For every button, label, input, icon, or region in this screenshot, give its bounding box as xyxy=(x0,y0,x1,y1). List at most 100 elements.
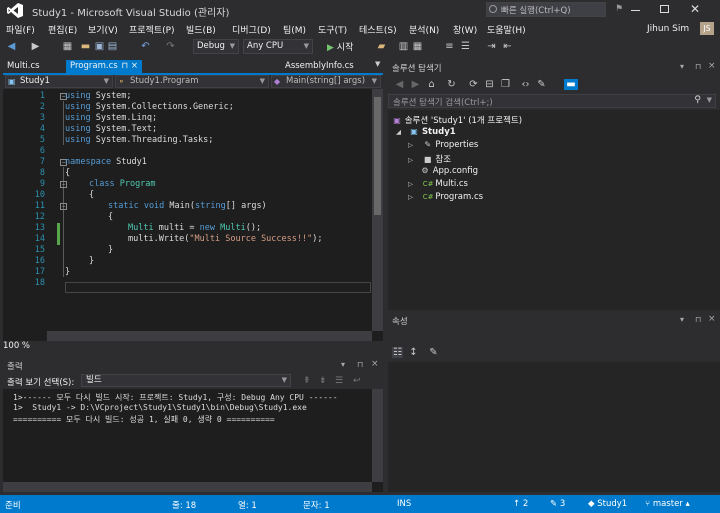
menu-edit[interactable]: 편집(E) xyxy=(48,23,77,36)
save-icon[interactable]: ▣ xyxy=(94,41,105,52)
refresh-icon[interactable]: ⟳ xyxy=(468,79,479,90)
tree-item-multi-cs[interactable]: ▷ C# Multi.cs xyxy=(408,179,468,189)
show-all-files-icon[interactable]: ❐ xyxy=(500,79,511,90)
menu-view[interactable]: 보기(V) xyxy=(88,23,118,36)
git-push-indicator[interactable]: ↑ 2 xyxy=(513,499,528,509)
forward-icon[interactable]: ▶ xyxy=(30,41,41,52)
collapse-all-icon[interactable]: ⊟ xyxy=(484,79,495,90)
menu-project[interactable]: 프로젝트(P) xyxy=(129,23,175,36)
pin-close-icon[interactable]: ⊓ × xyxy=(122,60,138,73)
window-position-icon[interactable]: ▾ xyxy=(341,360,345,369)
format-icon[interactable]: ☰ xyxy=(460,41,471,52)
tree-item-references[interactable]: ▷ ■ 참조 xyxy=(408,153,451,165)
close-icon[interactable]: × xyxy=(708,314,716,324)
wrench-icon[interactable]: ✎ xyxy=(428,347,439,358)
solution-configuration-dropdown[interactable]: Debug ▼ xyxy=(193,39,239,54)
output-toolbar-icon[interactable]: ⇞ xyxy=(303,376,311,386)
git-branch-indicator[interactable]: ⑂ master ▴ xyxy=(645,499,690,509)
collapsed-arrow-icon[interactable]: ▷ xyxy=(408,141,420,149)
menu-debug[interactable]: 디버그(D) xyxy=(232,23,271,36)
expanded-arrow-icon[interactable]: ◢ xyxy=(396,128,406,136)
alphabetical-icon[interactable]: ↕ xyxy=(408,347,419,358)
attach-icon[interactable]: ▰ xyxy=(376,41,387,52)
output-toolbar-icon[interactable]: ⇟ xyxy=(319,376,327,386)
tree-item-project[interactable]: ◢ ▣ Study1 xyxy=(396,127,456,137)
notification-flag-icon[interactable]: ⚑ xyxy=(615,4,623,14)
git-repo-indicator[interactable]: ◆ Study1 xyxy=(588,499,627,509)
tab-program-cs[interactable]: Program.cs ⊓ × xyxy=(66,60,142,74)
tree-item-program-cs[interactable]: ▷ C# Program.cs xyxy=(408,192,483,202)
categorized-icon[interactable]: ☷ xyxy=(392,347,403,358)
indent-icon[interactable]: ⇥ xyxy=(486,41,497,52)
chevron-down-icon[interactable]: ▼ xyxy=(707,96,712,104)
view-code-icon[interactable]: ‹› xyxy=(520,79,531,90)
wrench-icon[interactable]: ✎ xyxy=(536,79,547,90)
menu-tools[interactable]: 도구(T) xyxy=(318,23,347,36)
menu-window[interactable]: 창(W) xyxy=(453,23,477,36)
menu-team[interactable]: 팀(M) xyxy=(283,23,306,36)
git-changes-indicator[interactable]: ✎ 3 xyxy=(550,499,565,509)
menu-file[interactable]: 파일(F) xyxy=(6,23,35,36)
tree-item-properties[interactable]: ▷ ✎ Properties xyxy=(408,140,478,150)
window-position-icon[interactable]: ▾ xyxy=(680,315,684,324)
solution-search-input[interactable]: 솔루션 탐색기 검색(Ctrl+;) ⚲ ▼ xyxy=(388,94,716,108)
output-toolbar-icon[interactable]: ☰ xyxy=(335,376,343,386)
output-source-dropdown[interactable]: 빌드 ▼ xyxy=(81,374,291,387)
outdent-icon[interactable]: ⇤ xyxy=(502,41,513,52)
forward-icon[interactable]: ▶ xyxy=(410,79,421,90)
collapse-icon[interactable]: − xyxy=(60,203,67,210)
repository-icon: ◆ xyxy=(588,499,595,509)
maximize-button[interactable] xyxy=(660,5,669,13)
redo-icon[interactable]: ↷ xyxy=(165,41,176,52)
toolbar-icon[interactable]: ▦ xyxy=(412,41,423,52)
minimize-button[interactable] xyxy=(631,10,640,11)
close-button[interactable]: ✕ xyxy=(690,2,700,16)
scrollbar-thumb[interactable] xyxy=(374,97,381,215)
pin-icon[interactable]: ⊓ xyxy=(695,62,701,71)
start-button[interactable]: ▶ 시작 xyxy=(327,40,353,53)
solution-platform-dropdown[interactable]: Any CPU ▼ xyxy=(243,39,313,54)
user-name[interactable]: Jihun Sim xyxy=(647,24,689,34)
output-vertical-scrollbar[interactable] xyxy=(372,389,383,482)
open-folder-icon[interactable]: ▬ xyxy=(80,41,91,52)
tab-assemblyinfo-cs[interactable]: AssemblyInfo.cs xyxy=(281,60,373,74)
format-icon[interactable]: ≡ xyxy=(444,41,455,52)
collapsed-arrow-icon[interactable]: ▷ xyxy=(408,180,420,188)
save-all-icon[interactable]: ▤ xyxy=(107,41,118,52)
quick-launch-input[interactable]: 빠른 실행(Ctrl+Q) xyxy=(486,2,606,17)
tab-multi-cs[interactable]: Multi.cs xyxy=(3,60,63,74)
back-icon[interactable]: ◀ xyxy=(394,79,405,90)
zoom-level[interactable]: 100 % xyxy=(3,341,30,351)
toolbar-icon[interactable]: ▥ xyxy=(398,41,409,52)
output-horizontal-scrollbar[interactable] xyxy=(3,482,372,492)
menu-test[interactable]: 테스트(S) xyxy=(359,23,397,36)
tree-item-solution[interactable]: ▣ 솔루션 'Study1' (1개 프로젝트) xyxy=(392,114,522,126)
close-icon[interactable]: × xyxy=(708,61,716,71)
window-position-icon[interactable]: ▾ xyxy=(680,62,684,71)
preview-selected-icon[interactable]: ▬ xyxy=(564,79,578,90)
project-dropdown[interactable]: ▣ Study1 ▼ xyxy=(5,75,113,88)
word-wrap-icon[interactable]: ↩ xyxy=(353,376,361,386)
editor-horizontal-scrollbar[interactable] xyxy=(47,331,372,341)
menu-analyze[interactable]: 분석(N) xyxy=(409,23,439,36)
menu-help[interactable]: 도움말(H) xyxy=(487,23,526,36)
close-icon[interactable]: × xyxy=(371,359,379,369)
undo-icon[interactable]: ↶ xyxy=(140,41,151,52)
home-icon[interactable]: ⌂ xyxy=(426,79,437,90)
code-editor[interactable]: 1 2 3 4 5 6 7 8 9 10 11 12 13 14 15 16 1… xyxy=(3,89,383,341)
tab-overflow-icon[interactable]: ▼ xyxy=(375,60,380,68)
pin-icon[interactable]: ⊓ xyxy=(357,360,363,369)
pin-icon[interactable]: ⊓ xyxy=(695,315,701,324)
collapsed-arrow-icon[interactable]: ▷ xyxy=(408,193,420,201)
back-icon[interactable]: ◀ xyxy=(6,41,17,52)
avatar[interactable]: JS xyxy=(700,22,714,35)
menu-build[interactable]: 빌드(B) xyxy=(186,23,216,36)
collapsed-arrow-icon[interactable]: ▷ xyxy=(408,156,420,164)
new-project-icon[interactable]: ▦ xyxy=(62,41,73,52)
member-dropdown[interactable]: ◆ Main(string[] args) ▼ xyxy=(271,75,381,88)
collapse-icon[interactable]: − xyxy=(60,181,67,188)
tree-item-app-config[interactable]: ⚙ App.config xyxy=(420,166,478,176)
sync-icon[interactable]: ↻ xyxy=(446,79,457,90)
class-dropdown[interactable]: ⚬ Study1.Program ▼ xyxy=(115,75,269,88)
output-text-area[interactable]: 1>------ 모두 다시 빌드 시작: 프로젝트: Study1, 구성: … xyxy=(3,389,383,492)
